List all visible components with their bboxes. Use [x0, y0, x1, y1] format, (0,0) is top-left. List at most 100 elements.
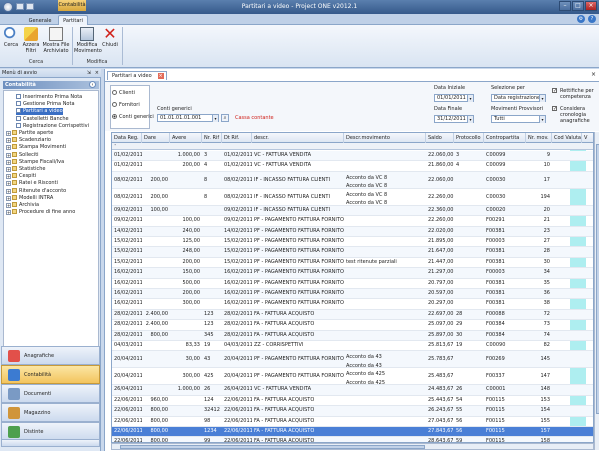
calendar-dropdown-icon[interactable]: ▾: [467, 116, 473, 123]
table-row[interactable]: 26/04/2011 1.000,00 26 26/04/2011 VC - FATTU…: [112, 385, 593, 396]
column-header[interactable]: Contropartita: [484, 133, 526, 143]
radio-fornitori[interactable]: Fornitori: [112, 101, 140, 109]
close-tab-icon[interactable]: ×: [157, 73, 164, 79]
table-row[interactable]: 01/02/2011 200,00 4 01/02/2011 VC - FATTURA …: [112, 161, 593, 172]
table-row[interactable]: 28/02/2011 800,00 345 28/02/2011 FA - FATTUR…: [112, 330, 593, 341]
tree-item[interactable]: + Statistiche: [6, 166, 46, 173]
document-tab[interactable]: Partitari a video ×: [107, 71, 167, 80]
nav-button-documenti[interactable]: Documenti: [1, 384, 100, 403]
expand-icon[interactable]: +: [6, 167, 11, 172]
minimize-icon[interactable]: –: [559, 1, 571, 11]
chiudi-button[interactable]: ✕ Chiudi: [101, 26, 119, 49]
table-row[interactable]: 15/02/2011 200,00 15/02/2011 PF - PAGAMENTO…: [112, 258, 593, 269]
considera-checkbox[interactable]: ✓ Considera cronologia anagrafiche: [552, 106, 597, 124]
tree-item[interactable]: + Stampa Movimenti: [6, 144, 66, 151]
close-pane-icon[interactable]: ×: [95, 69, 99, 78]
column-header[interactable]: Nr. Rif: [202, 133, 222, 143]
chevron-down-icon[interactable]: ▾: [212, 115, 218, 122]
table-row[interactable]: 22/06/2011 800,00 1234 22/06/2011 FA - FATTU…: [112, 427, 593, 438]
section-contabilita[interactable]: Contabilità: [3, 81, 99, 89]
table-row[interactable]: 15/02/2011 125,00 15/02/2011 PF - PAGAMENTO…: [112, 237, 593, 248]
table-row[interactable]: 20/04/2011 30,00 43 20/04/2011 PF - PAGAMENT…: [112, 351, 593, 369]
chevron-down-icon[interactable]: ▾: [539, 95, 545, 102]
table-row[interactable]: 09/02/2011 100,00 09/02/2011 PF - PAGAMENTO…: [112, 216, 593, 227]
collapse-icon[interactable]: ‹: [89, 81, 96, 88]
column-header[interactable]: Nr. mov.: [526, 133, 552, 143]
table-row[interactable]: 16/02/2011 150,00 16/02/2011 PF - PAGAMENTO…: [112, 268, 593, 279]
rettifiche-checkbox[interactable]: ✓ Rettifiche per competenza: [552, 88, 597, 100]
settings-icon[interactable]: ⚙: [577, 15, 585, 23]
tree-item[interactable]: Partitari a video: [16, 108, 63, 116]
horizontal-scrollbar[interactable]: [111, 443, 594, 450]
table-row[interactable]: 20/04/2011 300,00 425 20/04/2011 PF - PAGAME…: [112, 368, 593, 386]
tree-item[interactable]: + Partite aperte: [6, 130, 53, 137]
table-row[interactable]: 22/06/2011 800,00 32412 22/06/2011 FA - FATT…: [112, 406, 593, 417]
tree-item[interactable]: Gestione Prima Nota: [16, 101, 75, 108]
chevron-down-icon[interactable]: ▾: [539, 116, 545, 123]
table-row[interactable]: 28/02/2011 2.400,00 123 28/02/2011 FA - FATT…: [112, 309, 593, 321]
expand-icon[interactable]: +: [6, 195, 11, 201]
tree-item[interactable]: + Cespiti: [6, 173, 36, 180]
movimenti-select[interactable]: Tutti ▾: [491, 115, 546, 123]
expand-icon[interactable]: +: [6, 181, 11, 187]
cerca-button[interactable]: Cerca: [2, 27, 20, 49]
pin-icon[interactable]: ⇲: [87, 69, 91, 78]
help-icon[interactable]: ?: [588, 15, 596, 23]
expand-icon[interactable]: +: [6, 174, 11, 180]
expand-icon[interactable]: +: [6, 138, 11, 144]
checkbox-box[interactable]: ✓: [552, 106, 557, 112]
azzera-filtri-button[interactable]: Azzera Filtri: [21, 27, 41, 54]
table-row[interactable]: 22/06/2011 800,00 98 22/06/2011 FA - FATTURA…: [112, 417, 593, 427]
expand-icon[interactable]: +: [6, 210, 11, 216]
tree-item[interactable]: + Archivia: [6, 202, 39, 209]
calendar-dropdown-icon[interactable]: ▾: [467, 95, 473, 102]
tree-item[interactable]: + Stampe Fiscali/Iva: [6, 158, 64, 166]
tree-item[interactable]: Registrazione Corrispettivi: [16, 122, 89, 130]
column-header[interactable]: Dare: [142, 133, 170, 143]
search-conto-icon[interactable]: ⌕: [221, 114, 229, 122]
table-row[interactable]: 14/02/2011 240,00 14/02/2011 PF - PAGAMENTO…: [112, 226, 593, 237]
checkbox-box[interactable]: ✓: [552, 88, 557, 94]
table-row[interactable]: 08/02/2011 200,00 8 08/02/2011 IF - INCASSO …: [112, 189, 593, 206]
selezione-select[interactable]: Data registrazione ▾: [491, 94, 546, 102]
radio-clienti[interactable]: Clienti: [112, 89, 135, 97]
scroll-thumb[interactable]: [120, 445, 425, 449]
column-header[interactable]: descr.: [252, 133, 344, 143]
mostra-file-archiviato-button[interactable]: Mostra File Archiviato: [42, 27, 70, 54]
column-header[interactable]: Avere: [170, 133, 202, 143]
vertical-scrollbar[interactable]: [594, 132, 599, 450]
tree-item[interactable]: + Procedure di fine anno: [6, 209, 75, 216]
column-header[interactable]: Cod Valuta: [552, 133, 582, 143]
radio-conti-generici[interactable]: Conti generici: [112, 113, 154, 121]
table-row[interactable]: 16/02/2011 500,00 16/02/2011 PF - PAGAMENTO…: [112, 279, 593, 289]
tab-generale[interactable]: Generale: [24, 15, 56, 25]
data-iniziale-input[interactable]: 01/01/2011 ▾: [434, 94, 474, 102]
close-document-icon[interactable]: ×: [591, 71, 596, 78]
expand-icon[interactable]: +: [6, 145, 11, 151]
column-header[interactable]: Data Reg.: [112, 133, 142, 143]
tree-item[interactable]: + Ratei e Risconti: [6, 180, 58, 187]
table-row[interactable]: 16/02/2011 200,00 16/02/2011 PF - PAGAMENTO…: [112, 289, 593, 300]
nav-button-anagrafiche[interactable]: Anagrafiche: [1, 346, 100, 365]
tree-item[interactable]: + Scadenziario: [6, 137, 51, 144]
data-finale-input[interactable]: 31/12/2011 ▾: [434, 115, 474, 123]
tree-item[interactable]: Castelletti Banche: [16, 115, 69, 123]
maximize-icon[interactable]: □: [572, 1, 584, 11]
column-header[interactable]: Dt Rif.: [222, 133, 252, 143]
tree-item[interactable]: + Ritenute d'acconto: [6, 187, 66, 195]
modifica-movimento-button[interactable]: Modifica Movimento: [74, 27, 102, 54]
close-icon[interactable]: ×: [585, 1, 597, 11]
conto-input[interactable]: 01.01.01.01.001 ▾: [157, 114, 219, 122]
expand-icon[interactable]: +: [6, 159, 11, 165]
nav-button-magazzino[interactable]: Magazzino: [1, 403, 100, 422]
column-header[interactable]: Descr.movimento: [344, 133, 426, 143]
table-row[interactable]: 09/02/2011 100,00 09/02/2011 IF - INCASSO F…: [112, 205, 593, 217]
expand-icon[interactable]: +: [6, 152, 11, 158]
table-row[interactable]: 08/02/2011 200,00 8 08/02/2011 IF - INCASSO …: [112, 171, 593, 189]
expand-icon[interactable]: +: [6, 131, 11, 136]
expand-icon[interactable]: +: [6, 188, 11, 194]
tree-item[interactable]: + Modelli INTRA: [6, 194, 53, 202]
expand-icon[interactable]: +: [6, 203, 11, 208]
nav-overflow-bar[interactable]: [1, 439, 100, 447]
column-header[interactable]: Saldo: [426, 133, 454, 143]
